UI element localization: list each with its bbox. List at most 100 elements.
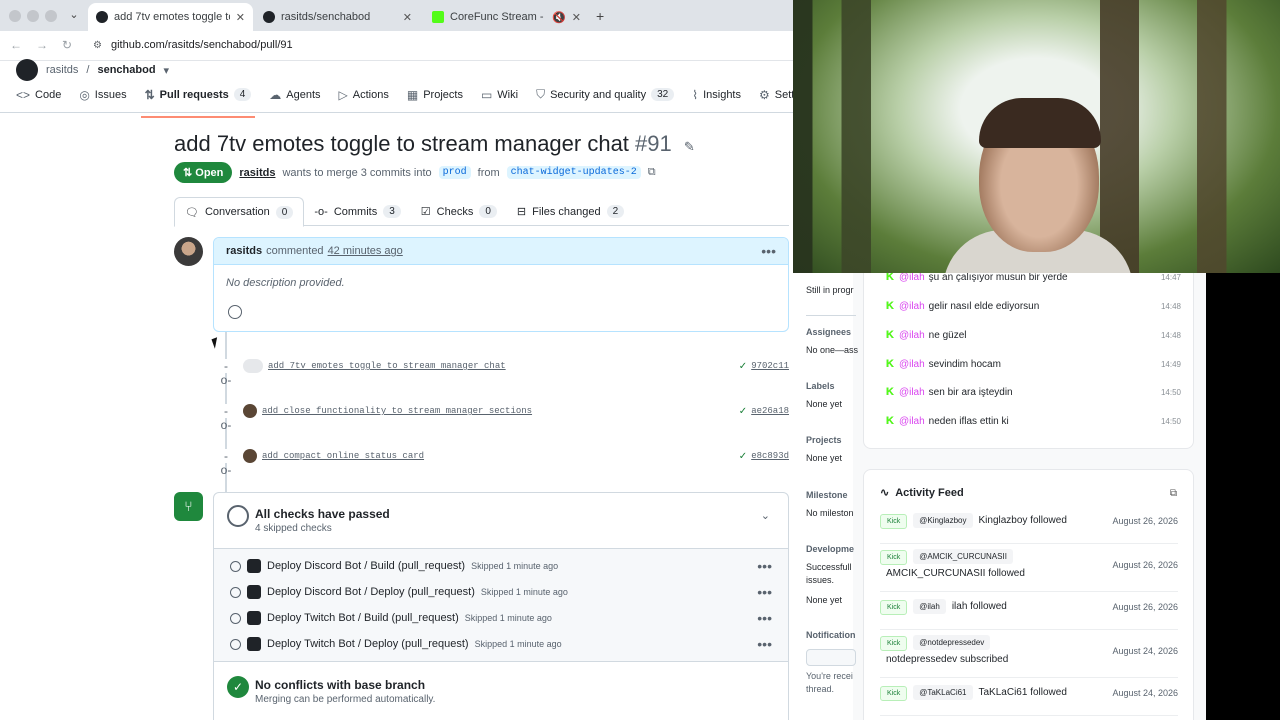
browser-tab-pr[interactable]: add 7tv emotes toggle to stre ✕ — [88, 3, 253, 31]
new-tab-button[interactable]: + — [596, 8, 604, 24]
head-branch[interactable]: chat-widget-updates-2 — [506, 166, 641, 179]
reload-icon[interactable]: ↻ — [62, 38, 72, 52]
tab-checks[interactable]: ☑ Checks 0 — [411, 197, 507, 226]
subscribe-button[interactable] — [806, 649, 856, 666]
repo-nav-code[interactable]: <> Code — [16, 87, 61, 102]
commit-message-link[interactable]: add compact online status card — [262, 451, 424, 461]
repo-owner-link[interactable]: rasitds — [46, 64, 78, 76]
repo-nav-pull-requests[interactable]: ⇅ Pull requests 4 — [140, 87, 255, 118]
browser-tab-repo[interactable]: rasitds/senchabod ✕ — [255, 3, 420, 31]
chat-time: 14:50 — [1160, 416, 1181, 426]
tab-label: Checks — [436, 205, 474, 218]
window-close-button[interactable] — [9, 10, 21, 22]
divider — [806, 315, 856, 316]
page-title: add 7tv emotes toggle to stream manager … — [174, 131, 695, 157]
close-icon[interactable]: ✕ — [403, 11, 412, 24]
kebab-menu-icon[interactable]: ••• — [757, 558, 772, 574]
projects-value: None yet — [806, 453, 843, 463]
pencil-icon[interactable]: ✎ — [684, 139, 695, 154]
avatar[interactable] — [174, 237, 203, 266]
comment-author[interactable]: rasitds — [226, 245, 262, 257]
security-count-badge: 32 — [651, 88, 675, 101]
github-logo-icon[interactable] — [16, 59, 38, 81]
smiley-icon[interactable] — [228, 305, 242, 319]
comment-header: rasitds commented 42 minutes ago ••• — [214, 238, 788, 265]
repo-nav-actions[interactable]: ▷ Actions — [339, 87, 389, 102]
chat-user[interactable]: @ilah — [899, 301, 925, 312]
chat-user[interactable]: @ilah — [899, 273, 925, 283]
kebab-menu-icon[interactable]: ••• — [757, 636, 772, 652]
tab-commits[interactable]: -o- Commits 3 — [304, 197, 410, 226]
comment-timestamp[interactable]: 42 minutes ago — [328, 245, 403, 257]
repo-nav-issues[interactable]: ◎ Issues — [79, 87, 126, 102]
repo-nav-agents[interactable]: ☁ Agents — [269, 87, 320, 102]
forward-icon[interactable]: → — [36, 38, 48, 52]
external-link-icon[interactable]: ⧉ — [1170, 488, 1177, 499]
close-icon[interactable]: ✕ — [236, 11, 245, 24]
labels-label[interactable]: Labels — [806, 381, 835, 391]
repo-nav-label: Pull requests — [159, 88, 229, 101]
check-name: Deploy Twitch Bot / Build (pull_request) — [267, 612, 459, 624]
browser-tab-stream[interactable]: CoreFunc Stream - Watch 🔇 ✕ — [424, 3, 589, 31]
check-icon[interactable]: ✓ — [739, 406, 747, 417]
repo-nav-wiki[interactable]: ▭ Wiki — [481, 87, 518, 102]
milestone-label[interactable]: Milestone — [806, 490, 848, 500]
kick-icon: K — [886, 329, 894, 341]
check-row[interactable]: Deploy Discord Bot / Deploy (pull_reques… — [214, 579, 788, 605]
site-info-icon[interactable]: ⚙ — [93, 40, 102, 51]
projects-label[interactable]: Projects — [806, 435, 842, 445]
copy-icon[interactable]: ⧉ — [648, 166, 656, 179]
feed-date: August 24, 2026 — [1112, 646, 1178, 656]
shield-icon: ⛉ — [536, 87, 546, 101]
repo-nav-insights[interactable]: ⌇ Insights — [692, 87, 741, 102]
tab-files-changed[interactable]: ⊟ Files changed 2 — [507, 197, 634, 226]
check-row[interactable]: Deploy Twitch Bot / Build (pull_request)… — [214, 605, 788, 631]
activity-feed-card: ∿ Activity Feed ⧉ Kick @Kinglazboy Kinglaz… — [863, 469, 1194, 720]
chat-user[interactable]: @ilah — [899, 330, 925, 341]
repo-nav-label: Wiki — [497, 88, 519, 101]
check-icon[interactable]: ✓ — [739, 451, 747, 462]
chat-user[interactable]: @ilah — [899, 387, 925, 398]
window-maximize-button[interactable] — [45, 10, 57, 22]
kebab-menu-icon[interactable]: ••• — [757, 610, 772, 626]
base-branch[interactable]: prod — [438, 166, 471, 179]
commit-sha-link[interactable]: 9702c11 — [751, 361, 789, 371]
merge-box: All checks have passed 4 skipped checks … — [213, 492, 789, 720]
window-minimize-button[interactable] — [27, 10, 39, 22]
close-icon[interactable]: ✕ — [572, 11, 581, 24]
kebab-menu-icon[interactable]: ••• — [757, 584, 772, 600]
chat-user[interactable]: @ilah — [899, 359, 925, 370]
chevron-down-icon[interactable]: ▾ — [164, 64, 170, 77]
pr-author-link[interactable]: rasitds — [239, 167, 275, 179]
check-row[interactable]: Deploy Twitch Bot / Deploy (pull_request… — [214, 631, 788, 657]
repo-nav-settings[interactable]: ⚙ Settin — [759, 87, 793, 102]
chevron-down-icon[interactable]: ⌄ — [761, 509, 770, 522]
repo-nav-security[interactable]: ⛉ Security and quality 32 — [536, 87, 675, 102]
url-field[interactable]: github.com/rasitds/senchabod/pull/91 — [111, 39, 293, 51]
development-label[interactable]: Developme — [806, 544, 854, 554]
repo-nav-projects[interactable]: ▦ Projects — [407, 87, 463, 102]
back-icon[interactable]: ← — [10, 38, 22, 52]
commit-sha-link[interactable]: e8c893d — [751, 451, 789, 461]
commit-sha-link[interactable]: ae26a18 — [751, 406, 789, 416]
platform-tag: Kick — [880, 686, 908, 701]
tab-search-chevron-icon[interactable]: ⌄ — [66, 8, 82, 24]
kebab-menu-icon[interactable]: ••• — [761, 243, 776, 259]
commit-message-link[interactable]: add close functionality to stream manage… — [262, 406, 532, 416]
notifications-value-2: thread. — [806, 684, 835, 694]
chat-text: neden iflas ettin ki — [928, 415, 1009, 427]
tab-conversation[interactable]: 🗨 Conversation 0 — [174, 197, 305, 227]
check-name: Deploy Twitch Bot / Deploy (pull_request… — [267, 638, 469, 650]
commit-message-link[interactable]: add 7tv emotes toggle to stream manager … — [268, 361, 506, 371]
repo-name-link[interactable]: senchabod — [97, 64, 155, 76]
mute-icon[interactable]: 🔇 — [552, 11, 566, 24]
assignees-label[interactable]: Assignees — [806, 327, 851, 337]
assignees-value[interactable]: No one—ass — [806, 345, 858, 355]
tab-title: add 7tv emotes toggle to stre — [114, 11, 230, 23]
table-icon: ▦ — [406, 87, 419, 102]
chat-user[interactable]: @ilah — [899, 416, 925, 427]
chat-message: K @ilah gelir nasıl elde ediyorsun 14:48 — [886, 298, 1181, 314]
check-row[interactable]: Deploy Discord Bot / Build (pull_request… — [214, 553, 788, 579]
tab-bar: ⌄ add 7tv emotes toggle to stre ✕ rasitd… — [0, 0, 793, 31]
check-icon[interactable]: ✓ — [739, 361, 747, 372]
